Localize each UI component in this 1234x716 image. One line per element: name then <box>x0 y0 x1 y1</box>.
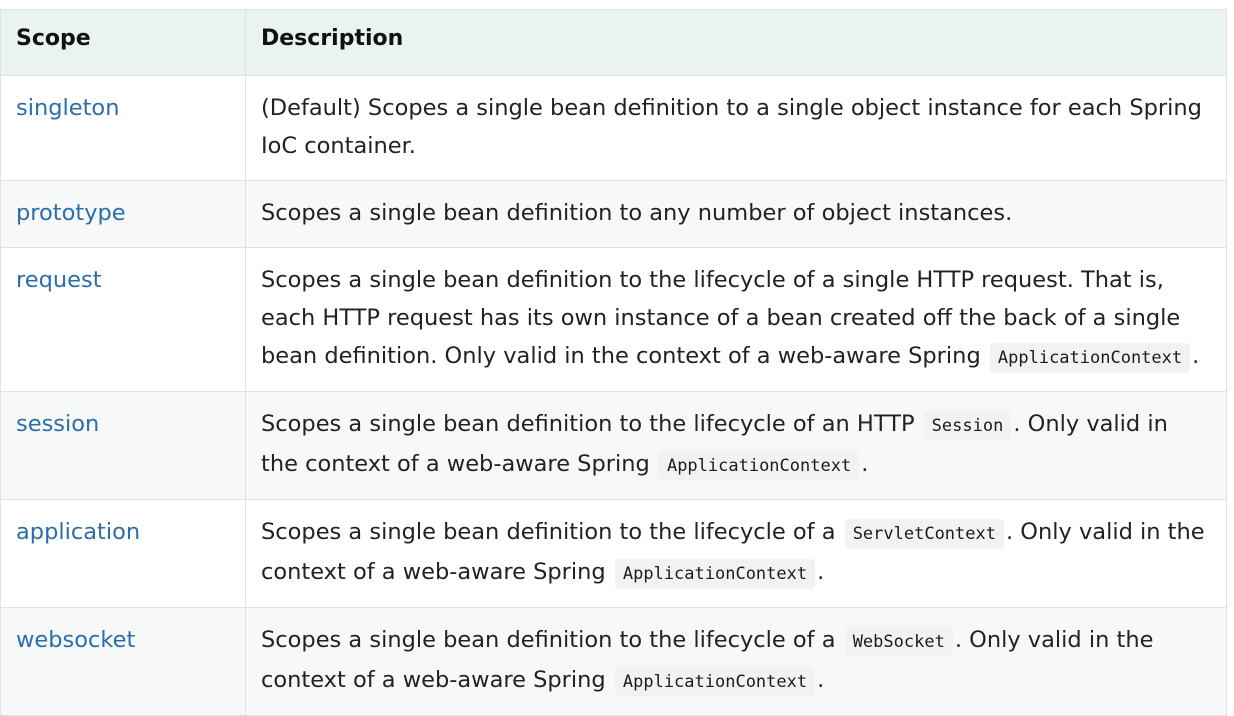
scope-cell: application <box>0 499 246 608</box>
scope-link-websocket[interactable]: websocket <box>16 627 135 653</box>
description-end: . <box>1192 343 1200 369</box>
scope-cell: singleton <box>0 75 246 181</box>
code-session: Session <box>923 411 1012 441</box>
scope-cell: session <box>0 391 246 500</box>
scope-link-prototype[interactable]: prototype <box>16 200 126 226</box>
code-servlet-context: ServletContext <box>844 519 1004 549</box>
description-end: . <box>817 667 825 693</box>
scope-cell: websocket <box>0 607 246 716</box>
description-text: Scopes a single bean definition to any n… <box>261 200 1013 226</box>
scope-link-singleton[interactable]: singleton <box>16 95 119 121</box>
description-text: (Default) Scopes a single bean definitio… <box>261 95 1202 159</box>
table-row: request Scopes a single bean definition … <box>0 247 1227 392</box>
description-cell: Scopes a single bean definition to any n… <box>245 180 1227 248</box>
description-cell: Scopes a single bean definition to the l… <box>245 247 1227 392</box>
code-application-context: ApplicationContext <box>658 451 860 481</box>
description-cell: (Default) Scopes a single bean definitio… <box>245 75 1227 181</box>
header-description: Description <box>245 9 1227 76</box>
scope-link-session[interactable]: session <box>16 411 99 437</box>
description-cell: Scopes a single bean definition to the l… <box>245 607 1227 716</box>
header-scope: Scope <box>0 9 246 76</box>
table-row: prototype Scopes a single bean definitio… <box>0 180 1227 248</box>
bean-scopes-table: Scope Description singleton (Default) Sc… <box>0 9 1227 716</box>
scope-cell: request <box>0 247 246 392</box>
table-row: singleton (Default) Scopes a single bean… <box>0 75 1227 181</box>
table-row: websocket Scopes a single bean definitio… <box>0 607 1227 716</box>
code-application-context: ApplicationContext <box>989 343 1191 373</box>
description-cell: Scopes a single bean definition to the l… <box>245 391 1227 500</box>
code-application-context: ApplicationContext <box>614 559 816 589</box>
scope-link-application[interactable]: application <box>16 519 140 545</box>
table-row: session Scopes a single bean definition … <box>0 391 1227 500</box>
description-end: . <box>861 451 869 477</box>
description-text: Scopes a single bean definition to the l… <box>261 519 836 545</box>
description-text: Scopes a single bean definition to the l… <box>261 627 836 653</box>
description-text: Scopes a single bean definition to the l… <box>261 411 915 437</box>
code-application-context: ApplicationContext <box>614 667 816 697</box>
scope-table-container: Scope Description singleton (Default) Sc… <box>0 9 1227 716</box>
table-header-row: Scope Description <box>0 9 1227 76</box>
description-cell: Scopes a single bean definition to the l… <box>245 499 1227 608</box>
code-websocket: WebSocket <box>844 627 953 657</box>
description-end: . <box>817 559 825 585</box>
scope-link-request[interactable]: request <box>16 267 102 293</box>
scope-cell: prototype <box>0 180 246 248</box>
table-row: application Scopes a single bean definit… <box>0 499 1227 608</box>
